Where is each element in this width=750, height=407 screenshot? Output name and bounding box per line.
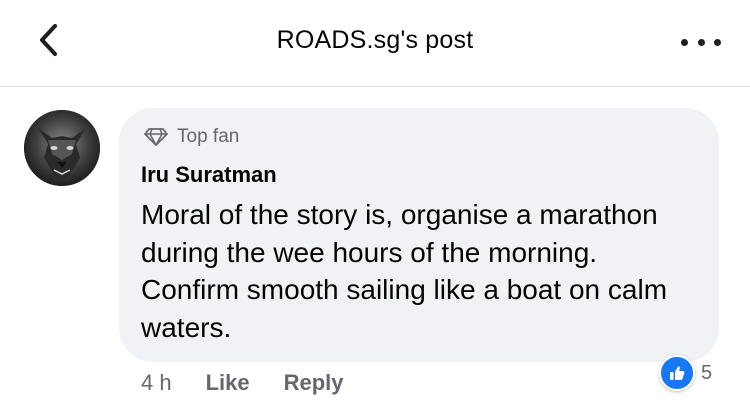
top-bar: ROADS.sg's post xyxy=(0,0,750,87)
more-options-button[interactable] xyxy=(681,30,721,54)
reply-button[interactable]: Reply xyxy=(284,370,344,396)
more-dot xyxy=(714,38,721,46)
comment-time[interactable]: 4 h xyxy=(141,370,172,396)
thumbs-up-icon xyxy=(659,355,695,391)
reaction-summary[interactable]: 5 xyxy=(659,355,713,391)
wolf-avatar-icon xyxy=(24,110,100,186)
like-button[interactable]: Like xyxy=(206,370,250,396)
page-title: ROADS.sg's post xyxy=(276,26,474,54)
more-dot xyxy=(697,38,705,46)
reaction-count: 5 xyxy=(701,361,713,384)
more-dots-icon xyxy=(681,38,688,46)
comment-author[interactable]: Iru Suratman xyxy=(141,162,277,188)
avatar[interactable] xyxy=(24,110,100,186)
top-fan-badge: Top fan xyxy=(143,126,239,148)
comment-text: Moral of the story is, organise a marath… xyxy=(141,199,668,343)
badge-label: Top fan xyxy=(177,126,240,147)
diamond-icon xyxy=(144,128,168,146)
comment-bubble: Top fan Iru Suratman Moral of the story … xyxy=(119,108,719,362)
comment-actions: 4 h Like Reply xyxy=(141,370,344,396)
